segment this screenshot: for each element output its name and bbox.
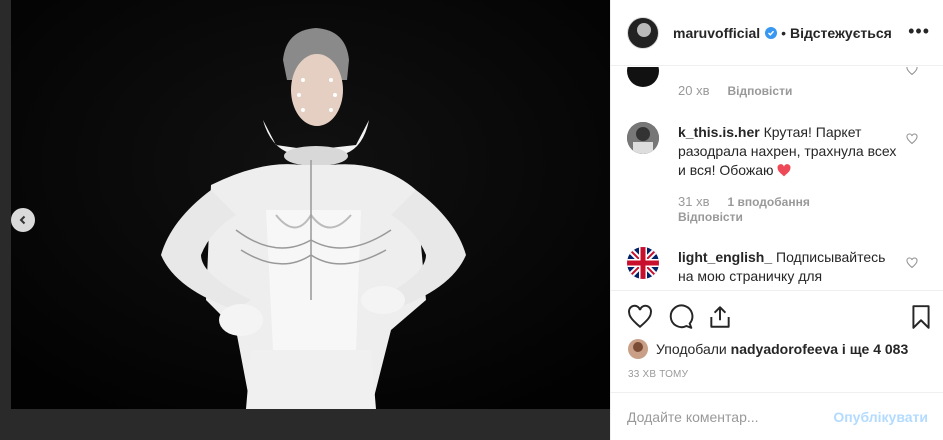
publish-comment-button[interactable]: Опублікувати <box>833 409 928 425</box>
heart-outline-icon[interactable] <box>906 132 918 145</box>
reply-button[interactable]: Відповісти <box>678 210 743 224</box>
model-photo-image <box>11 0 610 409</box>
comment-time[interactable]: 20 хв <box>678 83 709 98</box>
reply-button[interactable]: Відповісти <box>727 84 792 98</box>
more-options-button[interactable]: ••• <box>908 22 930 40</box>
comments-list[interactable]: 20 хв Відповісти k_this.is.her Крутая! П… <box>611 67 943 289</box>
comment-bubble-icon[interactable] <box>668 304 694 330</box>
author-username[interactable]: maruvofficial <box>673 25 760 41</box>
follow-status-button[interactable]: Відстежується <box>790 25 892 41</box>
comment-input[interactable]: Додайте коментар... <box>627 409 833 425</box>
comment-likes-count[interactable]: 1 вподобання <box>727 195 809 209</box>
post-actions: Уподобали nadyadorofeeva і ще 4 083 33 Х… <box>611 290 943 380</box>
liker-avatar[interactable] <box>628 339 648 359</box>
uk-flag-icon <box>627 247 659 279</box>
comment-meta: 31 хв 1 вподобання <box>678 194 810 209</box>
comment-avatar[interactable] <box>627 122 659 154</box>
comment-username[interactable]: light_english_ <box>678 249 772 265</box>
previous-photo-button[interactable] <box>11 208 35 232</box>
post-header: maruvofficial • Відстежується ••• <box>611 0 943 66</box>
bookmark-icon[interactable] <box>908 304 934 330</box>
liker-username[interactable]: nadyadorofeeva <box>731 341 838 357</box>
comment-username[interactable]: k_this.is.her <box>678 124 760 140</box>
likes-prefix: Уподобали <box>656 341 727 357</box>
share-icon[interactable] <box>707 304 733 330</box>
post-details-panel: maruvofficial • Відстежується ••• 20 хв … <box>610 0 943 440</box>
red-heart-emoji-icon <box>777 162 791 178</box>
backdrop-overlay <box>0 0 11 440</box>
like-heart-icon[interactable] <box>627 304 653 330</box>
chevron-left-icon <box>18 212 28 228</box>
comment-body: k_this.is.her Крутая! Паркет разодрала н… <box>678 123 898 180</box>
heart-outline-icon[interactable] <box>906 256 918 269</box>
comment-avatar[interactable] <box>627 67 659 87</box>
comment-avatar[interactable] <box>627 247 659 279</box>
post-photo[interactable] <box>11 0 610 440</box>
likes-more[interactable]: і ще 4 083 <box>842 341 908 357</box>
comment-time[interactable]: 31 хв <box>678 194 709 209</box>
separator-dot: • <box>781 24 787 41</box>
comment-body: light_english_ Подписывайтесь на мою стр… <box>678 248 898 286</box>
add-comment-bar: Додайте коментар... Опублікувати <box>611 392 943 440</box>
photo-letterbox <box>11 409 610 440</box>
post-timestamp[interactable]: 33 ХВ ТОМУ <box>628 369 688 380</box>
comment-meta: 20 хв Відповісти <box>678 83 792 98</box>
heart-outline-icon[interactable] <box>906 67 918 76</box>
likes-summary: Уподобали nadyadorofeeva і ще 4 083 <box>628 339 908 359</box>
author-avatar[interactable] <box>627 16 659 49</box>
verified-badge-icon <box>765 26 778 39</box>
